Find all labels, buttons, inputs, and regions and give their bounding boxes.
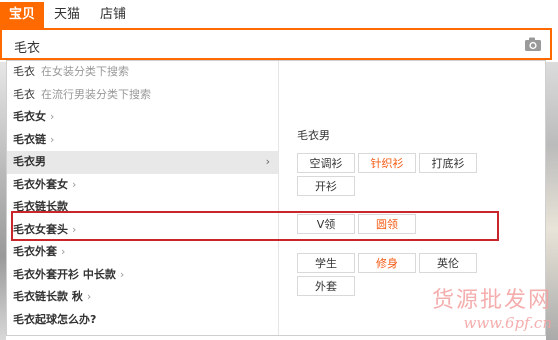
suggestion-item-active[interactable]: 毛衣男 › — [7, 151, 278, 174]
suggestion-keyword: 毛衣 — [13, 65, 35, 78]
suggestion-item[interactable]: 毛衣外套 › — [7, 241, 278, 264]
suggestion-item[interactable]: 毛衣 在女装分类下搜索 — [7, 61, 278, 84]
suggestion-keyword: 毛衣链 — [13, 132, 46, 146]
suggestion-keyword: 毛衣女 — [13, 110, 46, 123]
attr-button-dadi[interactable]: 打底衫 — [419, 153, 477, 173]
suggestion-item[interactable]: 毛衣 在流行男装分类下搜索 — [7, 84, 278, 107]
attr-button-xuesheng[interactable]: 学生 — [297, 253, 355, 273]
attr-button-xiushen[interactable]: 修身 — [358, 253, 416, 273]
suggestion-item[interactable]: 毛衣外套开衫 中长款 › — [7, 264, 278, 287]
suggestion-keyword: 毛衣外套开衫 中长款 — [13, 267, 116, 281]
attr-button-yinglun[interactable]: 英伦 — [419, 253, 477, 273]
suggestion-list: 毛衣 在女装分类下搜索 毛衣 在流行男装分类下搜索 毛衣女 › 毛衣链 › 毛衣男 › 毛… — [7, 61, 279, 335]
suggestion-item[interactable]: 毛衣链长款 秋 › — [7, 286, 278, 309]
suggestion-keyword: 毛衣外套女 — [13, 177, 68, 191]
chevron-right-icon: › — [50, 110, 55, 123]
suggestion-keyword: 毛衣 — [13, 87, 35, 101]
chevron-right-icon: › — [265, 155, 270, 168]
suggestion-keyword: 毛衣链长款 秋 — [13, 290, 83, 303]
suggestion-dropdown: 毛衣 在女装分类下搜索 毛衣 在流行男装分类下搜索 毛衣女 › 毛衣链 › 毛衣男 › 毛… — [6, 60, 546, 336]
suggestion-keyword: 毛衣链长款 — [13, 200, 68, 213]
search-box — [0, 28, 552, 60]
chevron-right-icon: › — [72, 222, 77, 236]
attr-button-vling[interactable]: V领 — [297, 214, 355, 234]
attr-button-yuanling[interactable]: 圆领 — [358, 214, 416, 234]
suggestion-item[interactable]: 毛衣链 › — [7, 129, 278, 152]
attr-button-waitao[interactable]: 外套 — [297, 276, 355, 296]
search-input[interactable] — [12, 35, 496, 57]
suggestion-item[interactable]: 毛衣女 › — [7, 106, 278, 129]
chevron-right-icon: › — [86, 290, 92, 303]
suggestion-item[interactable]: 毛衣链长款 — [7, 196, 278, 219]
panel-title: 毛衣男 — [297, 129, 330, 142]
chevron-right-icon: › — [72, 177, 77, 191]
chevron-right-icon: › — [119, 267, 125, 281]
tab-tmall[interactable]: 天猫 — [44, 2, 90, 28]
chevron-right-icon: › — [50, 132, 55, 146]
attr-button-kongtiao[interactable]: 空调衫 — [297, 153, 355, 173]
suggestion-item[interactable]: 毛衣外套女 › — [7, 174, 278, 197]
attribute-panel: 毛衣男 空调衫 针织衫 打底衫 开衫 V领 圆领 学生 修身 英伦 外套 — [279, 61, 545, 335]
suggestion-keyword: 毛衣外套 — [13, 245, 57, 258]
suggestion-item[interactable]: 毛衣起球怎么办? — [7, 309, 278, 332]
suggestion-category: 在流行男装分类下搜索 — [41, 87, 151, 101]
tab-shop[interactable]: 店铺 — [90, 2, 136, 28]
suggestion-category: 在女装分类下搜索 — [41, 65, 129, 78]
suggestion-keyword: 毛衣女套头 — [13, 222, 68, 236]
suggestion-item[interactable]: 毛衣女套头 › — [7, 219, 278, 242]
chevron-right-icon: › — [61, 245, 66, 258]
search-type-tabs: 宝贝 天猫 店铺 — [0, 0, 136, 28]
attr-button-kaishan[interactable]: 开衫 — [297, 176, 355, 196]
background-page-right — [546, 62, 558, 340]
suggestion-keyword: 毛衣男 — [13, 155, 46, 168]
camera-icon[interactable] — [524, 36, 542, 52]
suggestion-keyword: 毛衣起球怎么办? — [13, 312, 97, 326]
attr-button-zhenzhi[interactable]: 针织衫 — [358, 153, 416, 173]
taobao-search-ui: 宝贝 天猫 店铺 毛衣在女装分类下搜索 毛衣在流行男装分类下搜索 毛衣女 › 毛衣… — [0, 0, 558, 340]
tab-baobei[interactable]: 宝贝 — [0, 2, 44, 28]
